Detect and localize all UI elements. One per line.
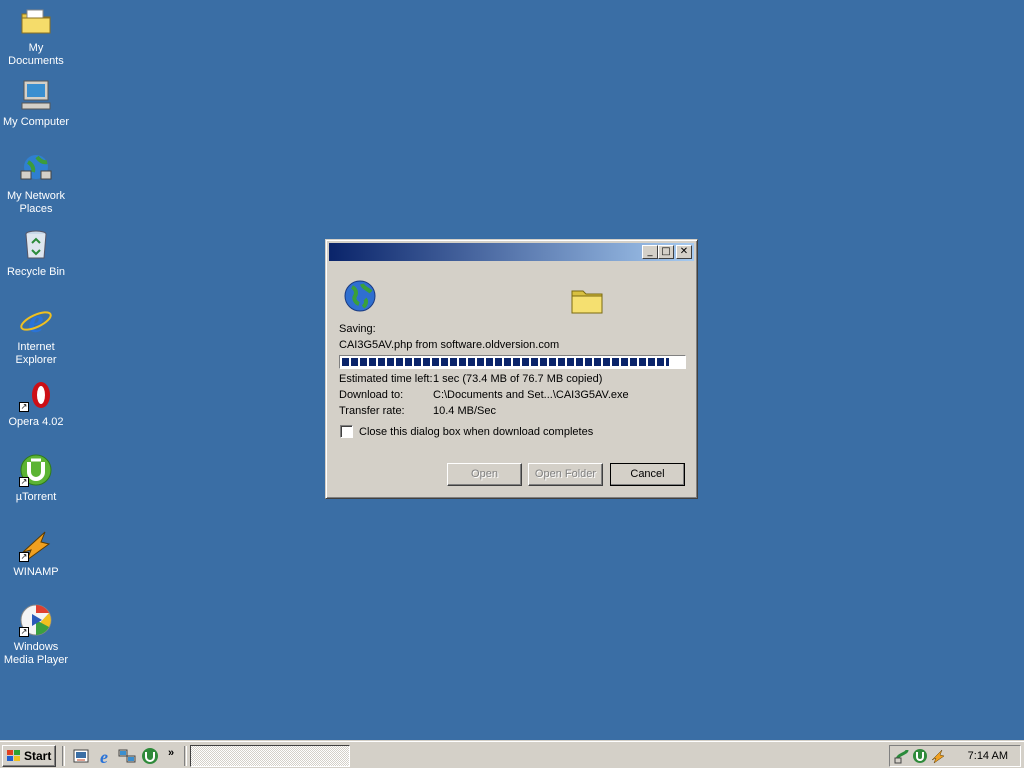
clock[interactable]: 7:14 AM (968, 750, 1008, 762)
desktop-icon-utorrent[interactable]: ↗ µTorrent (0, 453, 72, 504)
internet-explorer-icon[interactable]: e (95, 747, 113, 767)
estimated-time-row: Estimated time left:1 sec (73.4 MB of 76… (339, 373, 602, 385)
close-when-done-checkbox[interactable] (340, 425, 353, 438)
desktop-icon-label: Opera 4.02 (8, 416, 64, 428)
windows-logo-icon (7, 750, 20, 761)
close-when-done-label[interactable]: Close this dialog box when download comp… (359, 426, 593, 438)
desktop-icon-label: My Network Places (6, 190, 66, 215)
system-tray: 7:14 AM (889, 745, 1021, 767)
desktop-icon-label: µTorrent (15, 491, 57, 503)
globe-icon (343, 279, 377, 313)
open-folder-button[interactable]: Open Folder (528, 463, 603, 486)
show-desktop-icon[interactable] (72, 747, 90, 765)
estimated-time-value: 1 sec (73.4 MB of 76.7 MB copied) (433, 373, 603, 385)
download-dialog: _ □ ✕ Saving: CAI3G5AV.php from software… (325, 239, 698, 499)
network-tray-icon[interactable] (894, 748, 910, 764)
dialog-titlebar[interactable]: _ □ ✕ (329, 243, 694, 261)
winamp-icon: ↗ (19, 528, 53, 562)
desktop-icon-my-documents[interactable]: My Documents (0, 4, 72, 68)
desktop-icon-label: My Computer (2, 116, 70, 128)
quick-launch: e (72, 747, 164, 767)
taskbar: Start e » 7:14 AM (0, 740, 1024, 768)
start-button[interactable]: Start (2, 745, 56, 767)
shortcut-arrow-icon: ↗ (19, 402, 29, 412)
svg-text:e: e (28, 303, 43, 337)
quick-launch-separator (62, 746, 65, 766)
my-documents-folder-icon (19, 4, 53, 38)
start-label: Start (24, 748, 52, 763)
desktop-icon-opera[interactable]: ↗ Opera 4.02 (0, 378, 72, 429)
utorrent-tray-icon[interactable] (912, 748, 928, 764)
transfer-rate-value: 10.4 MB/Sec (433, 405, 496, 417)
download-to-value: C:\Documents and Set...\CAI3G5AV.exe (433, 389, 629, 401)
minimize-button[interactable]: _ (642, 245, 658, 259)
recycle-bin-icon (19, 228, 53, 262)
desktop-icon-my-computer[interactable]: My Computer (0, 78, 72, 129)
desktop-icon-recycle-bin[interactable]: Recycle Bin (0, 228, 72, 279)
opera-icon: ↗ (19, 378, 53, 412)
internet-explorer-icon: e (19, 303, 53, 337)
shortcut-arrow-icon: ↗ (19, 477, 29, 487)
download-progress-bar (339, 355, 686, 369)
transfer-rate-row: Transfer rate: 10.4 MB/Sec (339, 405, 496, 417)
utorrent-icon[interactable] (141, 747, 159, 765)
desktop-icon-windows-media-player[interactable]: ↗ Windows Media Player (0, 603, 72, 667)
desktop-icon-label: My Documents (8, 42, 64, 67)
desktop-icon-label: Windows Media Player (3, 641, 69, 666)
shortcut-arrow-icon: ↗ (19, 627, 29, 637)
quick-launch-chevron[interactable]: » (168, 747, 174, 759)
folder-icon (570, 285, 604, 315)
maximize-button[interactable]: □ (658, 245, 674, 259)
desktop-icon-internet-explorer[interactable]: e Internet Explorer (0, 303, 72, 367)
transfer-rate-label: Transfer rate: (339, 405, 405, 417)
download-to-label: Download to: (339, 389, 404, 401)
saving-label: Saving: (339, 323, 376, 335)
network-icon[interactable] (118, 747, 136, 765)
desktop-icon-network-places[interactable]: My Network Places (0, 152, 72, 216)
svg-text:e: e (100, 747, 108, 765)
task-separator (184, 746, 187, 766)
download-to-row: Download to: C:\Documents and Set...\CAI3… (339, 389, 629, 401)
cancel-button[interactable]: Cancel (610, 463, 685, 486)
network-places-icon (19, 152, 53, 186)
close-when-done-option[interactable]: Close this dialog box when download comp… (340, 425, 593, 438)
taskbar-task-download[interactable] (190, 745, 350, 767)
download-filename: CAI3G5AV.php from software.oldversion.co… (339, 339, 560, 351)
utorrent-icon: ↗ (19, 453, 53, 487)
close-button[interactable]: ✕ (676, 245, 692, 259)
desktop-icon-label: Recycle Bin (6, 266, 66, 278)
estimated-time-label: Estimated time left: (339, 373, 433, 385)
winamp-tray-icon[interactable] (930, 748, 946, 764)
my-computer-icon (19, 78, 53, 112)
shortcut-arrow-icon: ↗ (19, 552, 29, 562)
media-player-icon: ↗ (19, 603, 53, 637)
desktop-icon-label: Internet Explorer (15, 341, 57, 366)
desktop-icon-winamp[interactable]: ↗ WINAMP (0, 528, 72, 579)
open-button[interactable]: Open (447, 463, 522, 486)
progress-fill (342, 358, 670, 366)
desktop-icon-label: WINAMP (13, 566, 59, 578)
